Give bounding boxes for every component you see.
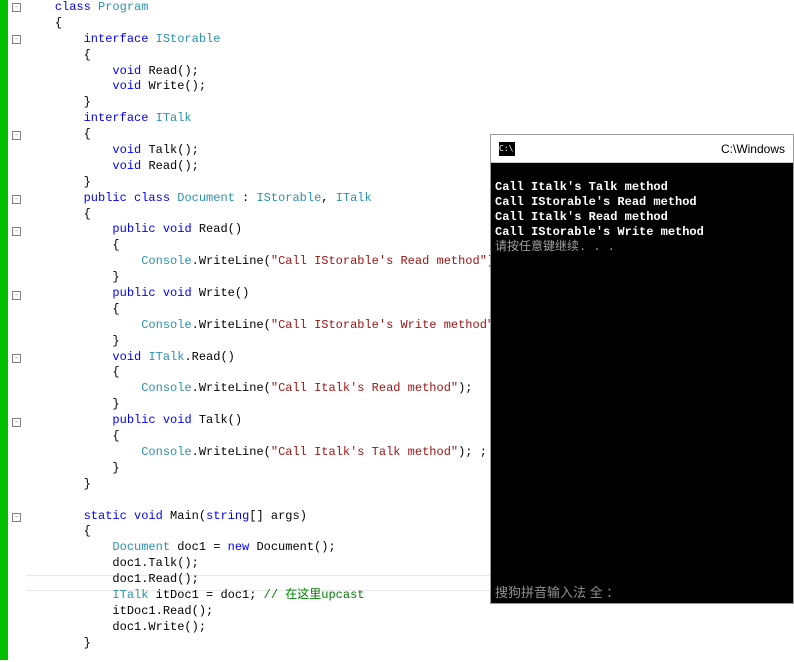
console-line: Call Italk's Read method xyxy=(495,210,668,224)
console-output[interactable]: Call Italk's Talk method Call IStorable'… xyxy=(491,163,793,603)
console-line: Call Italk's Talk method xyxy=(495,180,668,194)
console-title-text: C:\Windows xyxy=(721,142,785,156)
fold-toggle[interactable]: - xyxy=(12,513,21,522)
console-line: Call IStorable's Write method xyxy=(495,225,704,239)
console-line: Call IStorable's Read method xyxy=(495,195,697,209)
fold-toggle[interactable]: - xyxy=(12,3,21,12)
ime-status: 搜狗拼音输入法 全 ： xyxy=(495,585,619,600)
fold-toggle[interactable]: - xyxy=(12,354,21,363)
fold-toggle[interactable]: - xyxy=(12,227,21,236)
fold-column: - - - - - - - - - xyxy=(10,0,24,660)
console-icon: C:\. xyxy=(499,142,515,156)
fold-toggle[interactable]: - xyxy=(12,35,21,44)
fold-toggle[interactable]: - xyxy=(12,291,21,300)
console-window[interactable]: C:\. C:\Windows Call Italk's Talk method… xyxy=(490,134,794,604)
fold-toggle[interactable]: - xyxy=(12,418,21,427)
change-gutter xyxy=(0,0,8,660)
fold-toggle[interactable]: - xyxy=(12,195,21,204)
console-titlebar[interactable]: C:\. C:\Windows xyxy=(491,135,793,163)
fold-toggle[interactable]: - xyxy=(12,131,21,140)
console-prompt: 请按任意键继续. . . xyxy=(495,240,615,254)
